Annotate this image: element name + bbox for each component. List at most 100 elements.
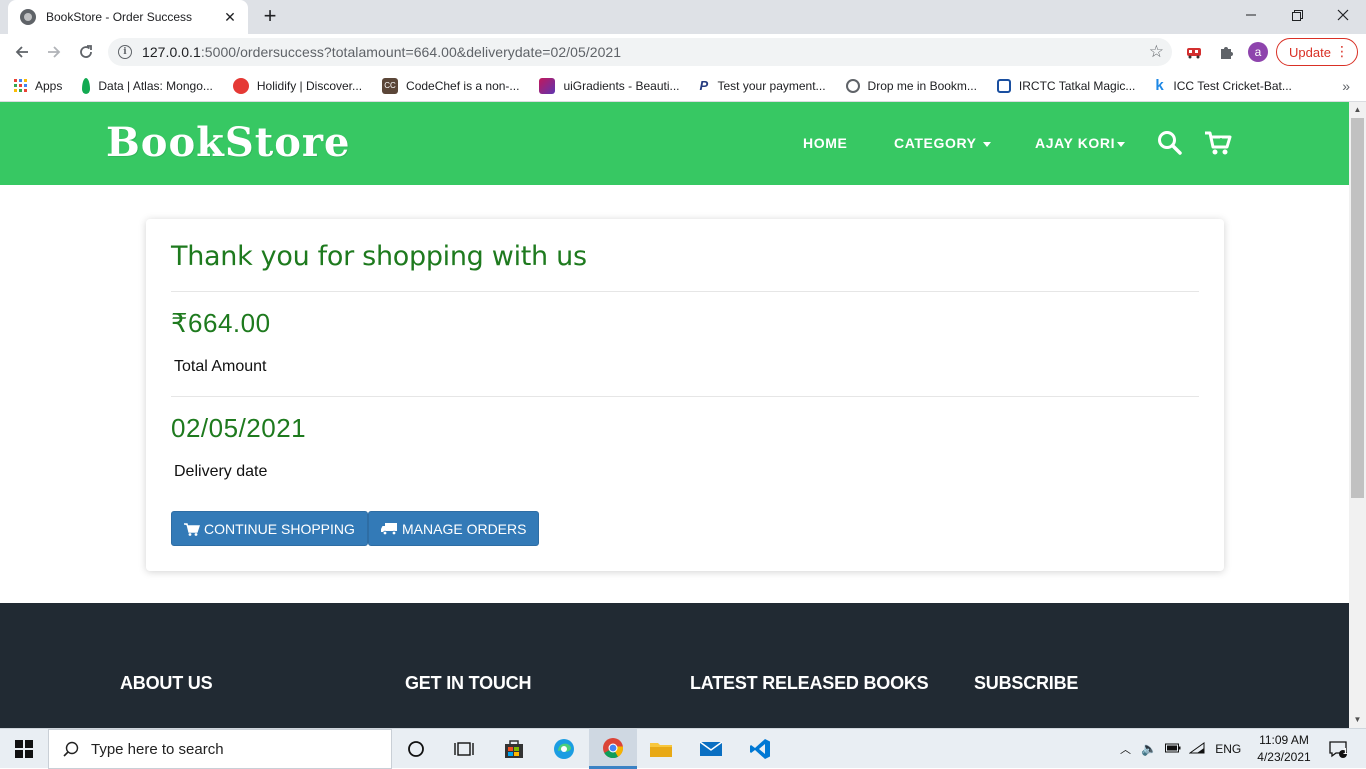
wifi-icon[interactable]	[1188, 741, 1205, 757]
caret-down-icon	[982, 141, 991, 147]
footer-heading-latest-books: LATEST RELEASED BOOKS	[690, 673, 929, 693]
reload-icon	[80, 45, 92, 58]
tab-strip: BookStore - Order Success ✕ +	[0, 0, 1366, 34]
continue-shopping-button[interactable]: CONTINUE SHOPPING	[171, 511, 368, 546]
bookmark-label: Drop me in Bookm...	[867, 78, 977, 93]
nav-category[interactable]: CATEGORY	[894, 135, 991, 151]
reload-button[interactable]	[74, 40, 98, 64]
browser-tab[interactable]: BookStore - Order Success ✕	[8, 0, 248, 34]
search-icon	[63, 741, 79, 757]
bookmark-apps[interactable]: Apps	[14, 79, 62, 93]
nav-home[interactable]: HOME	[803, 135, 847, 151]
new-tab-button[interactable]: +	[258, 5, 282, 29]
total-amount-label: Total Amount	[174, 358, 267, 375]
arrow-left-icon	[15, 46, 28, 58]
bookmark-mongodb[interactable]: Data | Atlas: Mongo...	[82, 77, 213, 94]
address-bar[interactable]: i 127.0.0.1:5000/ordersuccess?totalamoun…	[108, 38, 1172, 66]
apps-grid-icon	[14, 79, 27, 92]
back-button[interactable]	[10, 40, 34, 64]
close-icon	[1337, 9, 1349, 21]
truck-icon	[381, 523, 397, 535]
clock-time: 11:09 AM	[1259, 733, 1309, 747]
bookmark-icc[interactable]: k ICC Test Cricket-Bat...	[1155, 76, 1292, 94]
arrow-right-icon	[48, 46, 61, 58]
holidify-icon	[232, 77, 249, 94]
start-button[interactable]	[0, 729, 48, 769]
page-scrollbar[interactable]: ▲ ▼	[1349, 102, 1366, 728]
thank-you-heading: Thank you for shopping with us	[171, 241, 587, 272]
extensions-puzzle-icon[interactable]	[1216, 42, 1236, 62]
chrome-icon[interactable]	[589, 729, 637, 769]
cortana-icon[interactable]	[392, 729, 440, 769]
globe-icon	[20, 9, 36, 25]
nav-category-label: CATEGORY	[894, 135, 977, 151]
close-tab-icon[interactable]: ✕	[222, 9, 238, 26]
k-icon: k	[1155, 76, 1164, 94]
restore-icon	[1291, 9, 1303, 21]
url-text: 127.0.0.1:5000/ordersuccess?totalamount=…	[142, 44, 622, 60]
search-icon[interactable]	[1157, 130, 1185, 156]
bookmark-label: ICC Test Cricket-Bat...	[1173, 78, 1292, 93]
leaf-icon	[82, 77, 91, 94]
paypal-icon: P	[699, 77, 709, 93]
bookmark-label: Apps	[35, 78, 63, 93]
site-footer: ABOUT US GET IN TOUCH LATEST RELEASED BO…	[0, 603, 1349, 728]
scroll-down-arrow-icon[interactable]: ▼	[1349, 712, 1366, 728]
taskbar-clock[interactable]: 11:09 AM 4/23/2021	[1246, 732, 1322, 766]
bookmark-star-icon[interactable]: ☆	[1149, 42, 1164, 62]
notification-button[interactable]: 1	[1318, 729, 1358, 769]
page-viewport: BookStore HOME CATEGORY AJAY KORI Thank …	[0, 102, 1349, 728]
total-amount-value: ₹664.00	[171, 308, 271, 338]
footer-heading-subscribe: SUBSCRIBE	[974, 673, 1079, 693]
mail-icon[interactable]	[687, 729, 735, 769]
forward-button[interactable]	[42, 40, 66, 64]
restore-button[interactable]	[1274, 0, 1320, 30]
bookmark-paypal[interactable]: P Test your payment...	[700, 78, 826, 94]
bookmark-uigradients[interactable]: uiGradients - Beauti...	[539, 77, 680, 94]
language-indicator[interactable]: ENG	[1215, 742, 1241, 756]
nav-user-menu[interactable]: AJAY KORI	[1035, 135, 1126, 151]
bookmark-label: IRCTC Tatkal Magic...	[1018, 78, 1136, 93]
edge-icon[interactable]	[540, 729, 588, 769]
codechef-icon: CC	[382, 77, 399, 94]
footer-heading-contact: GET IN TOUCH	[405, 673, 532, 693]
minimize-icon	[1246, 14, 1256, 16]
file-explorer-icon[interactable]	[637, 729, 685, 769]
bookmark-dropme[interactable]: Drop me in Bookm...	[845, 78, 977, 93]
store-icon[interactable]	[490, 729, 538, 769]
profile-avatar[interactable]: a	[1248, 42, 1268, 62]
task-view-icon[interactable]	[440, 729, 488, 769]
system-tray: ︿ 🔈 ENG	[1120, 729, 1241, 769]
delivery-date-label: Delivery date	[174, 463, 268, 480]
bookmark-codechef[interactable]: CC CodeChef is a non-...	[382, 77, 519, 94]
order-success-card: Thank you for shopping with us ₹664.00 T…	[146, 219, 1224, 571]
bookmarks-bar: Apps Data | Atlas: Mongo... Holidify | D…	[0, 70, 1366, 102]
chevron-up-icon[interactable]: ︿	[1120, 741, 1131, 757]
bookmark-label: Data | Atlas: Mongo...	[98, 78, 213, 93]
nav-user-label: AJAY KORI	[1035, 135, 1116, 151]
close-window-button[interactable]	[1320, 0, 1366, 30]
more-bookmarks-icon[interactable]: »	[1342, 78, 1350, 94]
menu-dots-icon: ⋮	[1335, 43, 1349, 59]
caret-down-icon	[1117, 141, 1126, 147]
taskbar-search-box[interactable]: Type here to search	[48, 729, 392, 769]
taskbar-search-placeholder: Type here to search	[91, 740, 224, 758]
continue-shopping-label: CONTINUE SHOPPING	[204, 520, 355, 537]
divider	[171, 291, 1199, 292]
manage-orders-button[interactable]: MANAGE ORDERS	[368, 511, 540, 546]
battery-icon[interactable]	[1165, 742, 1181, 756]
volume-icon[interactable]: 🔈	[1141, 741, 1157, 757]
clock-date: 4/23/2021	[1257, 750, 1311, 764]
scrollbar-thumb[interactable]	[1351, 118, 1364, 498]
scroll-up-arrow-icon[interactable]: ▲	[1349, 102, 1366, 118]
update-button[interactable]: Update ⋮	[1276, 38, 1358, 66]
bookmark-holidify[interactable]: Holidify | Discover...	[232, 77, 362, 94]
windows-taskbar: Type here to search ︿ 🔈 ENG 11:09 AM 4/2…	[0, 728, 1366, 769]
bookmark-irctc[interactable]: IRCTC Tatkal Magic...	[996, 78, 1136, 93]
extension-train-icon[interactable]	[1184, 42, 1204, 62]
vscode-icon[interactable]	[736, 729, 784, 769]
info-icon[interactable]: i	[118, 45, 132, 59]
minimize-button[interactable]	[1228, 0, 1274, 30]
cart-icon[interactable]	[1204, 130, 1232, 156]
brand-logo[interactable]: BookStore	[106, 119, 350, 166]
